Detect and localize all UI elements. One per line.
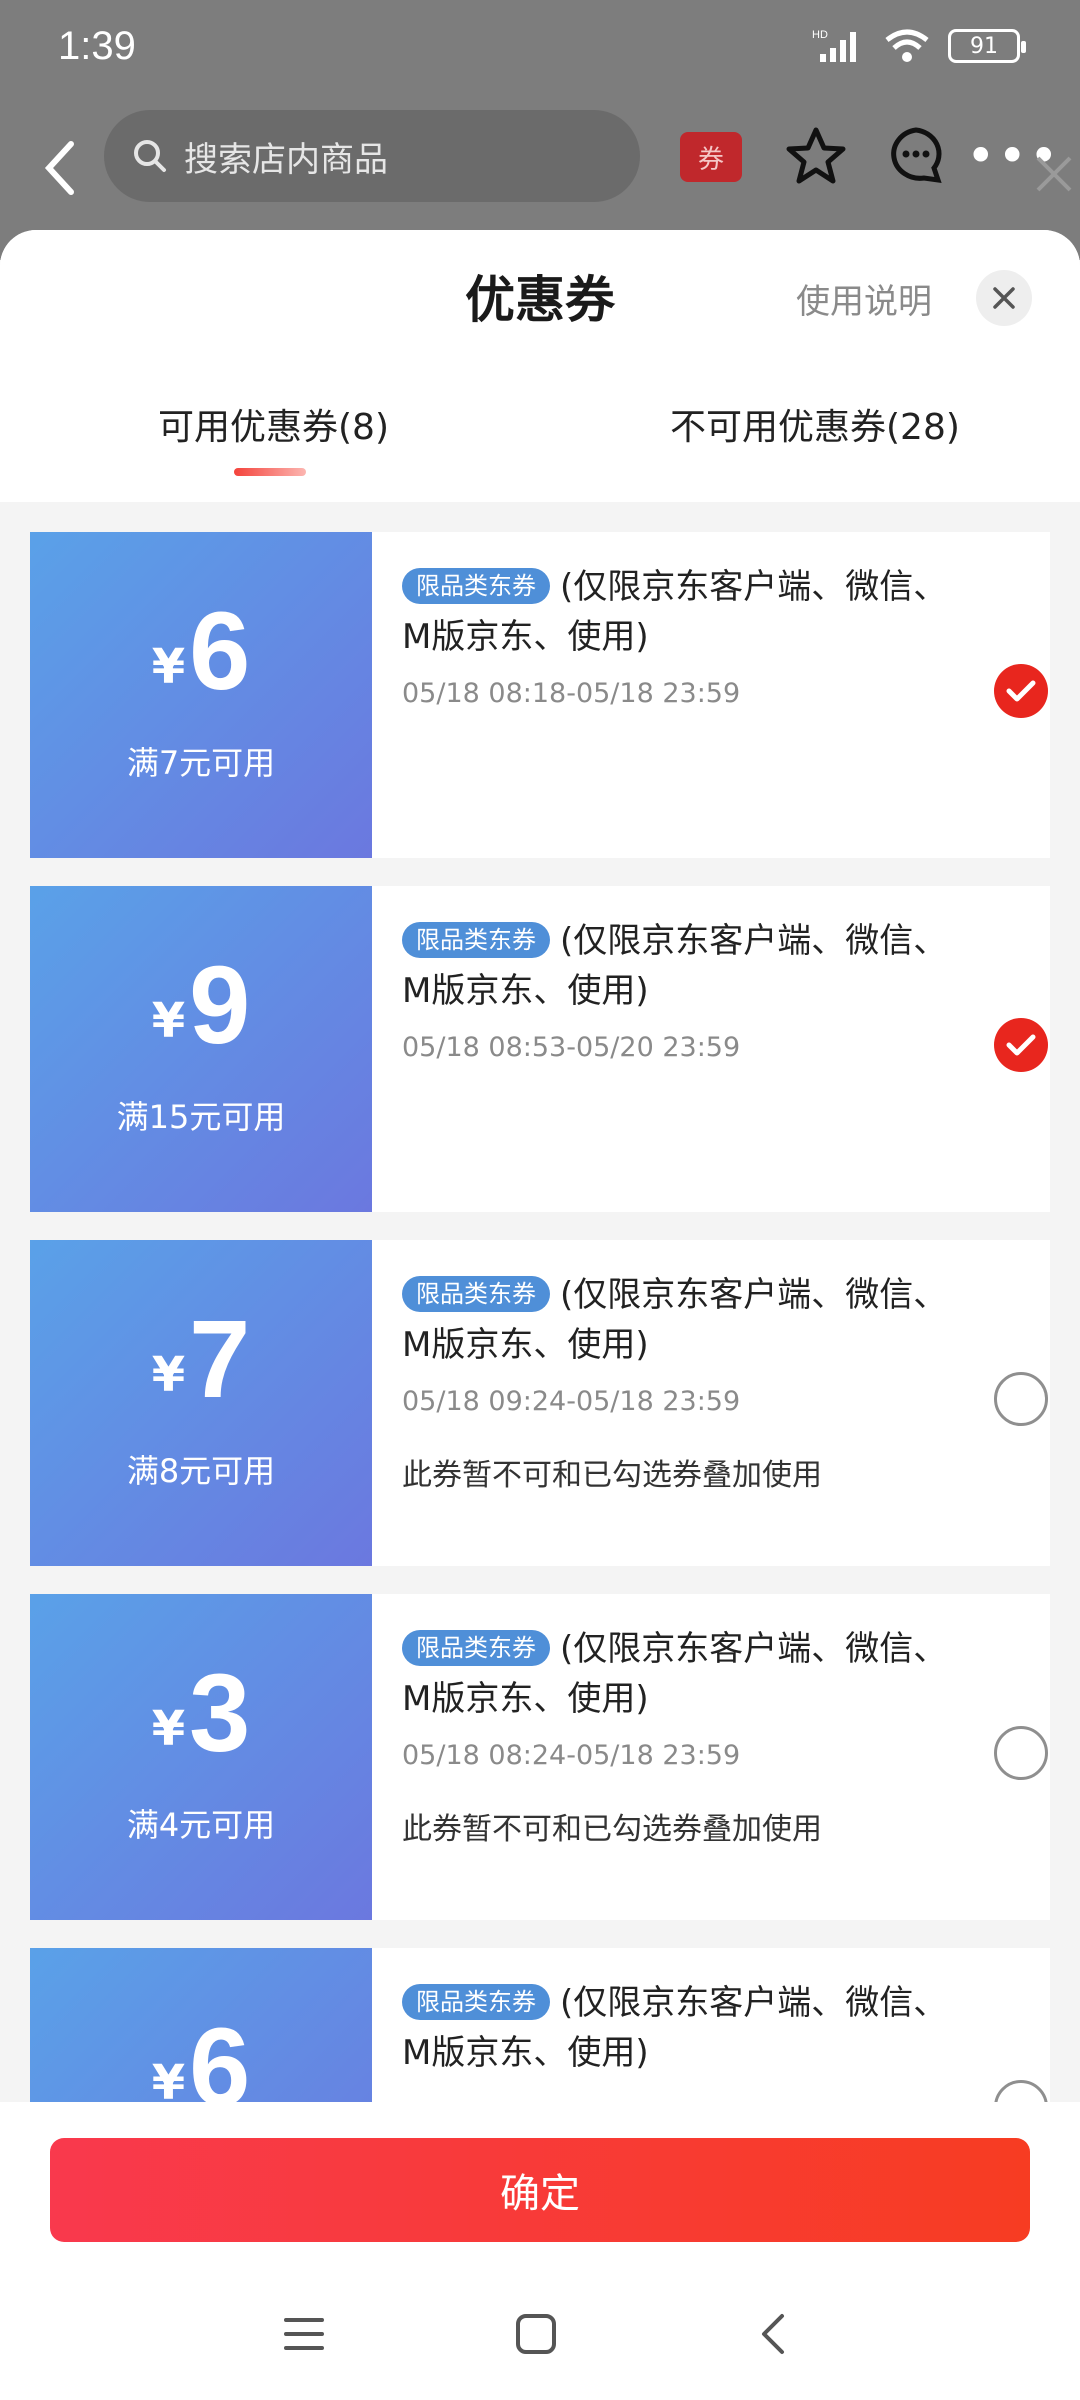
back-button[interactable] bbox=[30, 128, 90, 208]
store-search-input[interactable]: 搜索店内商品 bbox=[104, 110, 640, 202]
sheet-header: 优惠券 使用说明 可用优惠券(8) 不可用优惠券(28) bbox=[0, 230, 1080, 502]
coupon-amount: ¥6 bbox=[30, 588, 372, 715]
close-button[interactable] bbox=[976, 270, 1032, 326]
coupon-condition: 满7元可用 bbox=[126, 744, 276, 782]
coupon-description: 限品类东券 (仅限京东客户端、微信、M版京东、使用) bbox=[402, 562, 962, 662]
check-icon bbox=[1006, 680, 1036, 702]
signal-icon: HD bbox=[812, 29, 856, 62]
coupon-card[interactable]: ¥9 满15元可用 限品类东券 (仅限京东客户端、微信、M版京东、使用) 05/1… bbox=[25, 886, 1050, 1212]
system-navigation-bar bbox=[0, 2292, 1080, 2382]
coupon-amount: ¥9 bbox=[30, 942, 372, 1069]
currency-symbol: ¥ bbox=[151, 1347, 186, 1403]
status-icons: HD 91 bbox=[812, 28, 1026, 64]
coupon-validity: 05/18 08:53-05/20 23:59 bbox=[402, 1032, 741, 1063]
battery-level: 91 bbox=[970, 33, 998, 59]
menu-icon[interactable] bbox=[282, 2312, 326, 2356]
battery-icon: 91 bbox=[948, 29, 1026, 63]
close-icon bbox=[1036, 156, 1072, 192]
coupon-tag: 限品类东券 bbox=[402, 1630, 550, 1666]
message-icon[interactable] bbox=[884, 124, 948, 188]
coupon-tag: 限品类东券 bbox=[402, 1276, 550, 1312]
coupon-value-panel: ¥9 满15元可用 bbox=[25, 886, 372, 1212]
coupon-description: 限品类东券 (仅限京东客户端、微信、M版京东、使用) bbox=[402, 1624, 962, 1724]
coupon-description: 限品类东券 (仅限京东客户端、微信、M版京东、使用) bbox=[402, 916, 962, 1016]
wifi-icon bbox=[885, 29, 929, 62]
chevron-left-icon bbox=[44, 141, 74, 195]
tab-available-coupons[interactable]: 可用优惠券(8) bbox=[158, 398, 389, 450]
coupon-value-panel: ¥7 满8元可用 bbox=[25, 1240, 372, 1566]
coupon-note: 此券暂不可和已勾选券叠加使用 bbox=[402, 1458, 822, 1493]
coupon-card[interactable]: ¥6 满7元可用 限品类东券 (仅限京东客户端、微信、M版京东、使用) 05/18… bbox=[25, 532, 1050, 858]
coupon-tag: 限品类东券 bbox=[402, 568, 550, 604]
coupon-icon-label: 券 bbox=[697, 144, 724, 175]
coupon-condition: 满8元可用 bbox=[126, 1452, 276, 1490]
currency-symbol: ¥ bbox=[151, 1701, 186, 1757]
coupon-checkbox[interactable] bbox=[994, 664, 1048, 718]
coupon-value-panel: ¥3 满4元可用 bbox=[25, 1594, 372, 1920]
coupon-validity: 05/18 08:18-05/18 23:59 bbox=[402, 678, 741, 709]
coupon-description: 限品类东券 (仅限京东客户端、微信、M版京东、使用) bbox=[402, 1978, 962, 2078]
coupon-detail: 限品类东券 (仅限京东客户端、微信、M版京东、使用) 05/18 09:24-05… bbox=[372, 1240, 1050, 1566]
coupon-icon[interactable]: 券 bbox=[680, 132, 742, 182]
coupon-validity: 05/18 09:24-05/18 23:59 bbox=[402, 1386, 741, 1417]
usage-instructions-link[interactable]: 使用说明 bbox=[796, 274, 932, 323]
active-tab-indicator bbox=[234, 468, 306, 476]
coupon-value-panel: ¥6 满7元可用 bbox=[25, 532, 372, 858]
coupon-condition: 满4元可用 bbox=[126, 1806, 276, 1844]
close-icon bbox=[993, 287, 1015, 309]
network-type-label: HD bbox=[812, 29, 828, 41]
coupon-checkbox[interactable] bbox=[994, 1726, 1048, 1780]
coupon-validity: 05/18 08:24-05/18 23:59 bbox=[402, 1740, 741, 1771]
coupon-detail: 限品类东券 (仅限京东客户端、微信、M版京东、使用) 05/18 08:18-05… bbox=[372, 532, 1050, 858]
coupon-amount-value: 9 bbox=[189, 944, 251, 1067]
background-page: 1:39 HD 91 搜索店内商品 券 ••• bbox=[0, 0, 1080, 260]
confirm-button[interactable]: 确定 bbox=[50, 2138, 1030, 2242]
coupon-checkbox[interactable] bbox=[994, 1018, 1048, 1072]
coupon-note: 此券暂不可和已勾选券叠加使用 bbox=[402, 1812, 822, 1847]
tab-unavailable-coupons[interactable]: 不可用优惠券(28) bbox=[670, 398, 960, 450]
status-time: 1:39 bbox=[58, 24, 136, 68]
currency-symbol: ¥ bbox=[151, 993, 186, 1049]
currency-symbol: ¥ bbox=[151, 639, 186, 695]
coupon-amount-value: 6 bbox=[189, 590, 251, 713]
coupon-amount: ¥7 bbox=[30, 1296, 372, 1423]
coupon-tag: 限品类东券 bbox=[402, 1984, 550, 2020]
star-icon[interactable] bbox=[784, 124, 848, 188]
coupon-detail: 限品类东券 (仅限京东客户端、微信、M版京东、使用) 05/18 08:24-05… bbox=[372, 1594, 1050, 1920]
coupon-amount-value: 3 bbox=[189, 1652, 251, 1775]
coupon-amount: ¥3 bbox=[30, 1650, 372, 1777]
coupon-checkbox[interactable] bbox=[994, 1372, 1048, 1426]
coupon-amount-value: 7 bbox=[189, 1298, 251, 1421]
home-icon[interactable] bbox=[514, 2312, 558, 2356]
status-bar: 1:39 HD 91 bbox=[0, 0, 1080, 100]
check-icon bbox=[1006, 1034, 1036, 1056]
search-placeholder: 搜索店内商品 bbox=[184, 139, 388, 180]
coupon-sheet: 优惠券 使用说明 可用优惠券(8) 不可用优惠券(28) ¥6 满7元可用 限品… bbox=[0, 230, 1080, 2400]
coupon-condition: 满15元可用 bbox=[116, 1098, 286, 1136]
coupon-card[interactable]: ¥3 满4元可用 限品类东券 (仅限京东客户端、微信、M版京东、使用) 05/18… bbox=[25, 1594, 1050, 1920]
coupon-detail: 限品类东券 (仅限京东客户端、微信、M版京东、使用) 05/18 08:53-05… bbox=[372, 886, 1050, 1212]
store-nav-bar: 搜索店内商品 券 ••• bbox=[0, 110, 1080, 230]
back-icon[interactable] bbox=[752, 2312, 796, 2356]
coupon-description: 限品类东券 (仅限京东客户端、微信、M版京东、使用) bbox=[402, 1270, 962, 1370]
search-icon bbox=[134, 140, 166, 172]
sheet-footer: 确定 bbox=[0, 2102, 1080, 2400]
coupon-tag: 限品类东券 bbox=[402, 922, 550, 958]
coupon-card[interactable]: ¥7 满8元可用 限品类东券 (仅限京东客户端、微信、M版京东、使用) 05/18… bbox=[25, 1240, 1050, 1566]
coupon-tabs: 可用优惠券(8) 不可用优惠券(28) bbox=[0, 398, 1080, 478]
